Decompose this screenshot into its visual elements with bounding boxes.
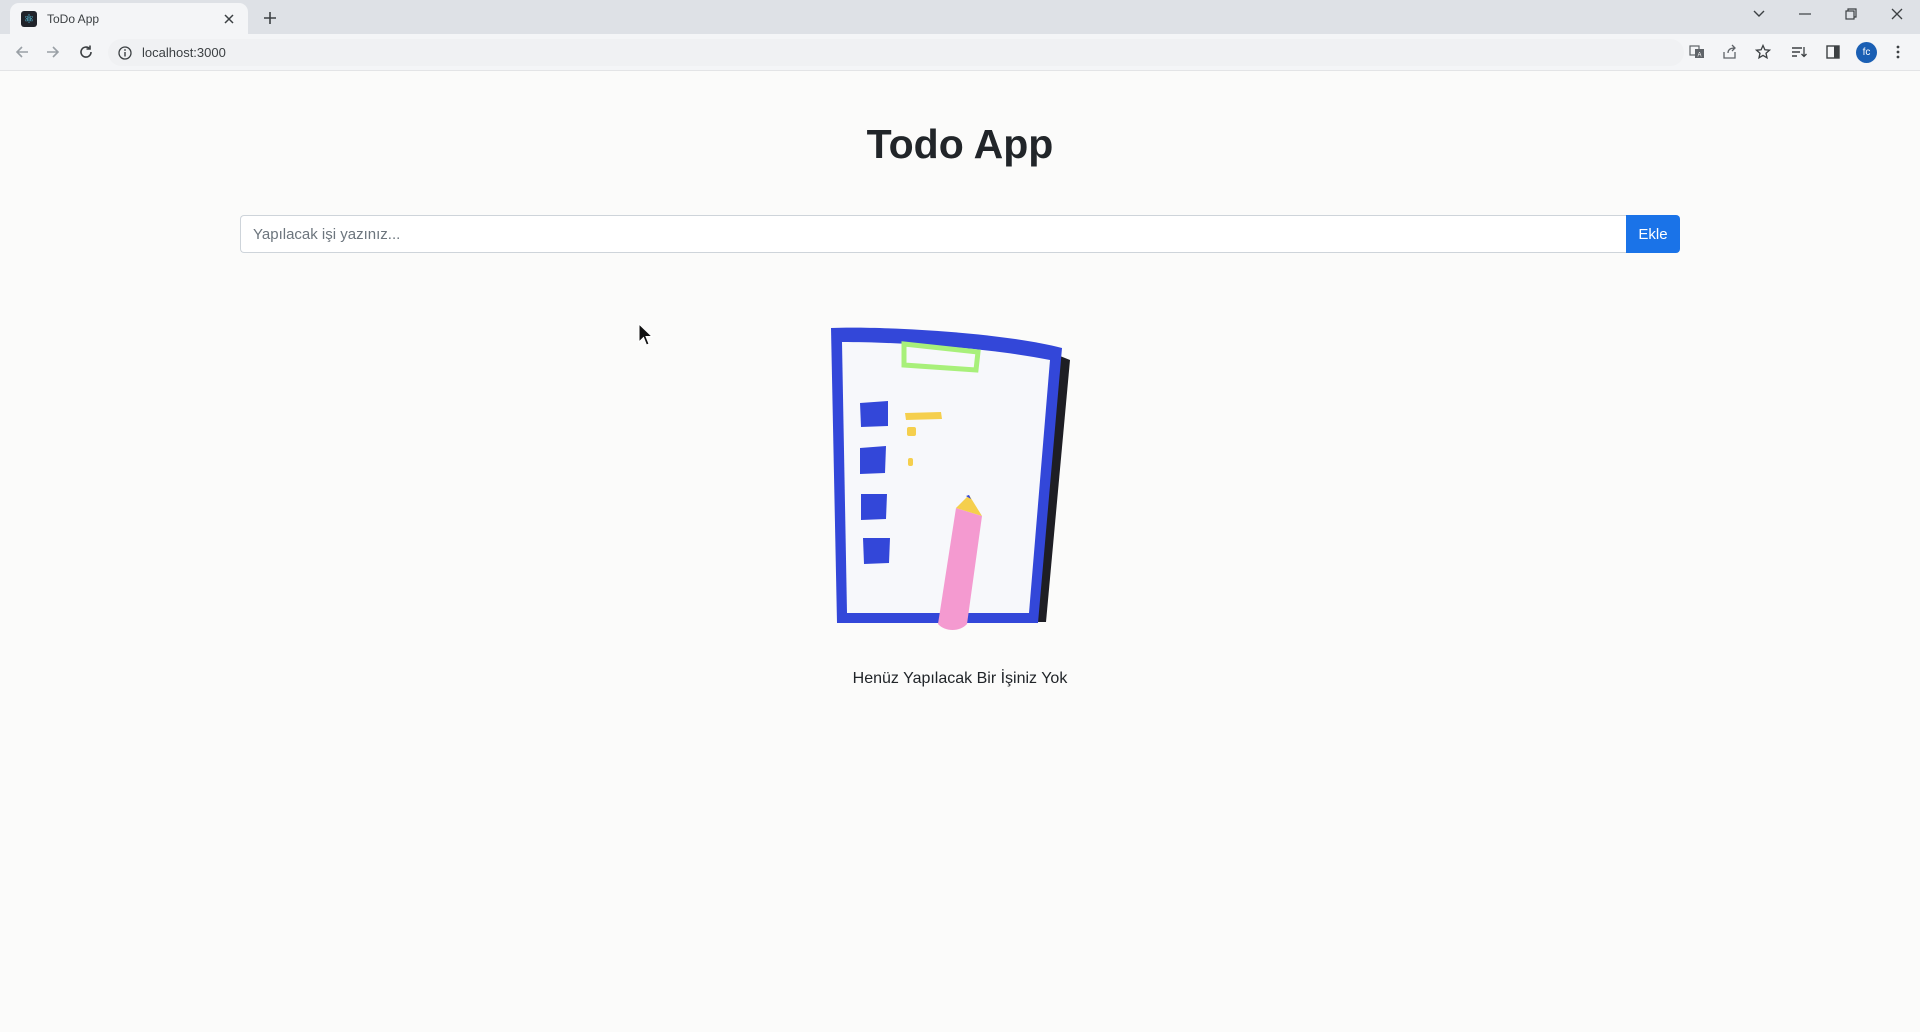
- address-text: localhost:3000: [142, 45, 226, 60]
- kebab-menu-icon: [1896, 45, 1900, 59]
- side-panel-button[interactable]: [1821, 40, 1845, 64]
- restore-button[interactable]: [1828, 0, 1874, 28]
- share-button[interactable]: [1718, 40, 1742, 64]
- side-panel-icon: [1826, 45, 1840, 59]
- reading-list-icon: [1792, 47, 1807, 58]
- restore-icon: [1845, 8, 1857, 20]
- text-mark-2: [907, 427, 916, 436]
- tab-search-button[interactable]: [1736, 0, 1782, 28]
- checkbox-1: [860, 401, 888, 427]
- close-icon[interactable]: [220, 10, 238, 28]
- close-icon: [1891, 8, 1903, 20]
- profile-avatar[interactable]: fc: [1856, 42, 1877, 63]
- clipboard-paper: [842, 342, 1050, 613]
- share-icon: [1723, 44, 1736, 59]
- new-tab-button[interactable]: [258, 6, 282, 30]
- text-mark-1: [905, 412, 942, 420]
- star-icon: [1755, 44, 1771, 60]
- arrow-right-icon: [47, 46, 60, 58]
- translate-button[interactable]: A: [1685, 40, 1709, 64]
- arrow-left-icon: [15, 46, 28, 58]
- forward-button[interactable]: [41, 40, 65, 64]
- back-button[interactable]: [10, 40, 34, 64]
- reading-list-button[interactable]: [1787, 40, 1811, 64]
- empty-state-message: Henüz Yapılacak Bir İşiniz Yok: [852, 670, 1068, 687]
- bookmark-button[interactable]: [1751, 40, 1775, 64]
- minimize-icon: [1799, 13, 1811, 15]
- browser-tab-active[interactable]: ⚛ ToDo App: [10, 3, 248, 34]
- chevron-down-icon: [1753, 10, 1765, 17]
- todo-form: Ekle: [240, 215, 1680, 253]
- checkbox-4: [863, 538, 890, 564]
- checkbox-3: [861, 494, 887, 520]
- text-mark-3: [908, 458, 913, 466]
- close-window-button[interactable]: [1874, 0, 1920, 28]
- menu-button[interactable]: [1886, 40, 1910, 64]
- browser-tabstrip: ⚛ ToDo App: [0, 0, 1920, 34]
- reload-icon: [80, 45, 92, 58]
- tab-title: ToDo App: [47, 11, 100, 26]
- plus-icon: [264, 12, 276, 24]
- svg-text:A: A: [1698, 53, 1702, 59]
- react-icon: ⚛: [21, 10, 37, 27]
- info-icon: [118, 45, 132, 60]
- mouse-cursor-icon: [638, 323, 654, 346]
- reload-button[interactable]: [74, 40, 98, 64]
- page-title: Todo App: [866, 121, 1054, 167]
- empty-clipboard-illustration: [831, 327, 1070, 630]
- address-bar[interactable]: localhost:3000: [108, 39, 1684, 66]
- minimize-button[interactable]: [1782, 0, 1828, 28]
- add-button[interactable]: Ekle: [1626, 215, 1680, 253]
- translate-icon: A: [1689, 45, 1704, 59]
- todo-input[interactable]: [240, 215, 1626, 253]
- checkbox-2: [860, 446, 886, 474]
- browser-toolbar: localhost:3000 A fc: [0, 34, 1920, 71]
